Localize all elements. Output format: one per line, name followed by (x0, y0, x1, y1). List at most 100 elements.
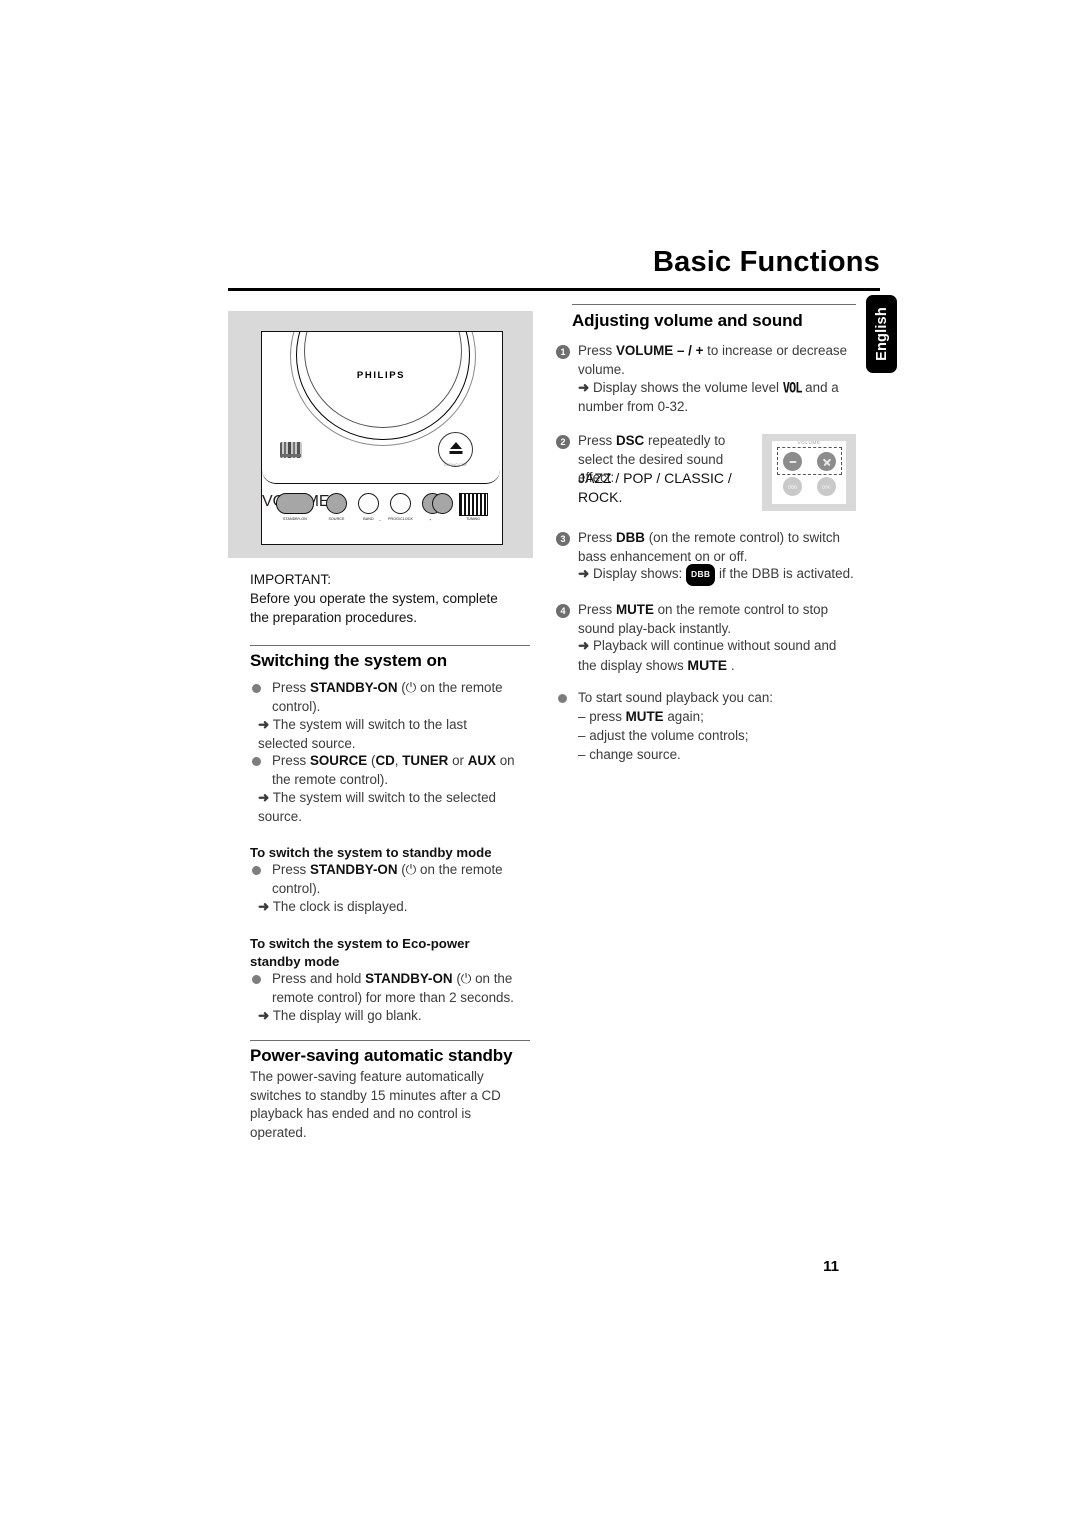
eco-subheading: To switch the system to Eco-power standb… (250, 935, 540, 970)
eject-bar-icon (449, 451, 462, 454)
switching-item-2-p3: TUNER (402, 753, 449, 768)
step-2-pre: Press (578, 433, 616, 448)
step-4-text: Press MUTE on the remote control to stop… (578, 601, 850, 638)
volume-plus-caption: + (429, 517, 432, 522)
step-1-bold: VOLUME – / + (615, 343, 704, 358)
eco-subheading-line2: standby mode (250, 953, 340, 969)
volume-lcd-glyph: VOL (782, 379, 803, 397)
standby-item-pre: Press (272, 862, 310, 877)
volume-minus-caption: – (379, 517, 382, 522)
option-1-dash: – (578, 709, 586, 724)
eject-label: OPEN•CLOSE (444, 463, 467, 467)
bullet-icon (558, 694, 567, 703)
step-1-text: Press VOLUME – / + to increase or decrea… (578, 342, 856, 379)
switching-item-1: Press STANDBY-ON (⏻ on the remote contro… (272, 679, 520, 716)
step-4-result-post: . (727, 657, 735, 673)
switching-item-1-pre: Press (272, 680, 310, 695)
sound-effects-list: JAZZ / POP / CLASSIC / ROCK. (578, 470, 732, 505)
step-3-text: Press DBB (on the remote control) to swi… (578, 529, 856, 566)
title-divider (228, 288, 880, 291)
switching-item-2-p4: or (448, 753, 468, 768)
prog-clock-caption: PROG/CLOCK (388, 517, 413, 521)
power-saving-heading: Power-saving automatic standby (250, 1046, 513, 1065)
step-2-bold: DSC (615, 433, 645, 448)
standby-item-result: ➜ The clock is displayed. (258, 898, 520, 917)
step-3-result-post: if the DBB is activated. (715, 566, 854, 581)
step-3-bold: DBB (615, 530, 645, 545)
remote-dsc-label: DSC (822, 484, 831, 489)
eject-button-icon: OPEN•CLOSE (438, 432, 473, 467)
start-playback-intro: To start sound playback you can: (578, 690, 774, 705)
plus-icon (820, 455, 833, 468)
option-1-pre: press (589, 709, 626, 724)
standby-subheading: To switch the system to standby mode (250, 845, 492, 860)
philips-logo: PHILIPS (356, 370, 406, 381)
minus-icon (789, 460, 796, 463)
important-note: IMPORTANT: Before you operate the system… (250, 570, 518, 627)
adjusting-heading: Adjusting volume and sound (572, 311, 803, 330)
eco-item: Press and hold STANDBY-ON (⏻ on the remo… (272, 970, 522, 1007)
switching-item-1-bold: STANDBY-ON (309, 680, 398, 695)
eco-item-result-text: The display will go blank. (272, 1008, 422, 1023)
option-1-post: again; (663, 709, 704, 724)
step-number-2: 2 (556, 435, 570, 449)
band-caption: BAND (363, 517, 374, 521)
eco-item-pre: Press and hold (272, 971, 366, 986)
option-3-pre: change source. (589, 747, 681, 762)
arrow-icon: ➜ (258, 790, 270, 805)
device-top-panel: PHILIPS OPEN•CLOSE (262, 332, 500, 484)
step-1-result-pre: Display shows the volume level (592, 380, 783, 395)
step-number-3: 3 (556, 532, 570, 546)
device-button-band: BAND (358, 493, 379, 521)
volume-plus-knob-icon (432, 493, 453, 514)
source-knob-icon (326, 493, 347, 514)
arrow-icon: ➜ (258, 1008, 270, 1023)
standby-item-bold: STANDBY-ON (309, 862, 398, 877)
language-tab: English (866, 295, 897, 373)
device-button-prog-clock: PROG/CLOCK (388, 493, 413, 521)
device-figure: PHILIPS OPEN•CLOSE STANDBY-ON SOURCE BAN… (228, 311, 533, 558)
manual-page: Basic Functions English PHILIPS OPEN•CLO… (0, 0, 1080, 1528)
start-playback-option-3: – change source. (578, 746, 850, 765)
start-playback-option-2: – adjust the volume controls; (578, 727, 850, 746)
page-title: Basic Functions (653, 246, 880, 278)
standby-on-caption: STANDBY-ON (283, 517, 307, 521)
power-saving-divider (250, 1040, 530, 1042)
bullet-icon (252, 866, 261, 875)
remote-volume-minus-button (783, 452, 802, 471)
language-tab-label: English (873, 307, 890, 361)
switching-divider (250, 645, 530, 647)
switching-item-2-result-text: The system will switch to the selected s… (258, 790, 496, 824)
important-text: Before you operate the system, complete … (250, 591, 498, 625)
option-2-pre: adjust the volume controls; (589, 728, 749, 743)
remote-volume-label: VOLUME (797, 440, 821, 445)
device-control-panel: STANDBY-ON SOURCE BAND PROG/CLOCK – + TU… (262, 484, 500, 543)
switching-item-2-bold: SOURCE (309, 753, 368, 768)
band-knob-icon (358, 493, 379, 514)
switching-item-2: Press SOURCE (CD, TUNER or AUX on the re… (272, 752, 522, 789)
step-4-bold: MUTE (615, 602, 654, 617)
eco-subheading-line1: To switch the system to Eco-power (250, 936, 470, 951)
step-1-result: ➜ Display shows the volume level VOL and… (578, 379, 853, 416)
remote-panel: VOLUME DBB DSC (772, 440, 846, 504)
tuning-caption: TUNING (466, 517, 480, 521)
tuning-dial-icon (459, 493, 488, 516)
switching-item-2-pre: Press (272, 753, 310, 768)
step-3-result: ➜ Display shows: DBB if the DBB is activ… (578, 564, 858, 586)
step-1-pre: Press (578, 343, 616, 358)
start-playback-option-1: – press MUTE again; (578, 708, 850, 727)
important-heading: IMPORTANT: (250, 572, 332, 587)
standby-item: Press STANDBY-ON (⏻ on the remote contro… (272, 861, 520, 898)
standby-item-result-text: The clock is displayed. (272, 899, 408, 914)
switching-item-1-result: ➜ The system will switch to the last sel… (258, 716, 520, 753)
eject-triangle-icon (449, 442, 462, 449)
page-number: 11 (823, 1258, 839, 1275)
step-number-1: 1 (556, 345, 570, 359)
power-saving-text: The power-saving feature automatically s… (250, 1069, 501, 1140)
prog-clock-knob-icon (390, 493, 411, 514)
eco-item-bold: STANDBY-ON (365, 971, 453, 986)
bullet-icon (252, 757, 261, 766)
mute-display-label: MUTE (687, 656, 728, 673)
eco-item-result: ➜ The display will go blank. (258, 1007, 520, 1026)
switching-item-2-p5: AUX (467, 753, 496, 768)
